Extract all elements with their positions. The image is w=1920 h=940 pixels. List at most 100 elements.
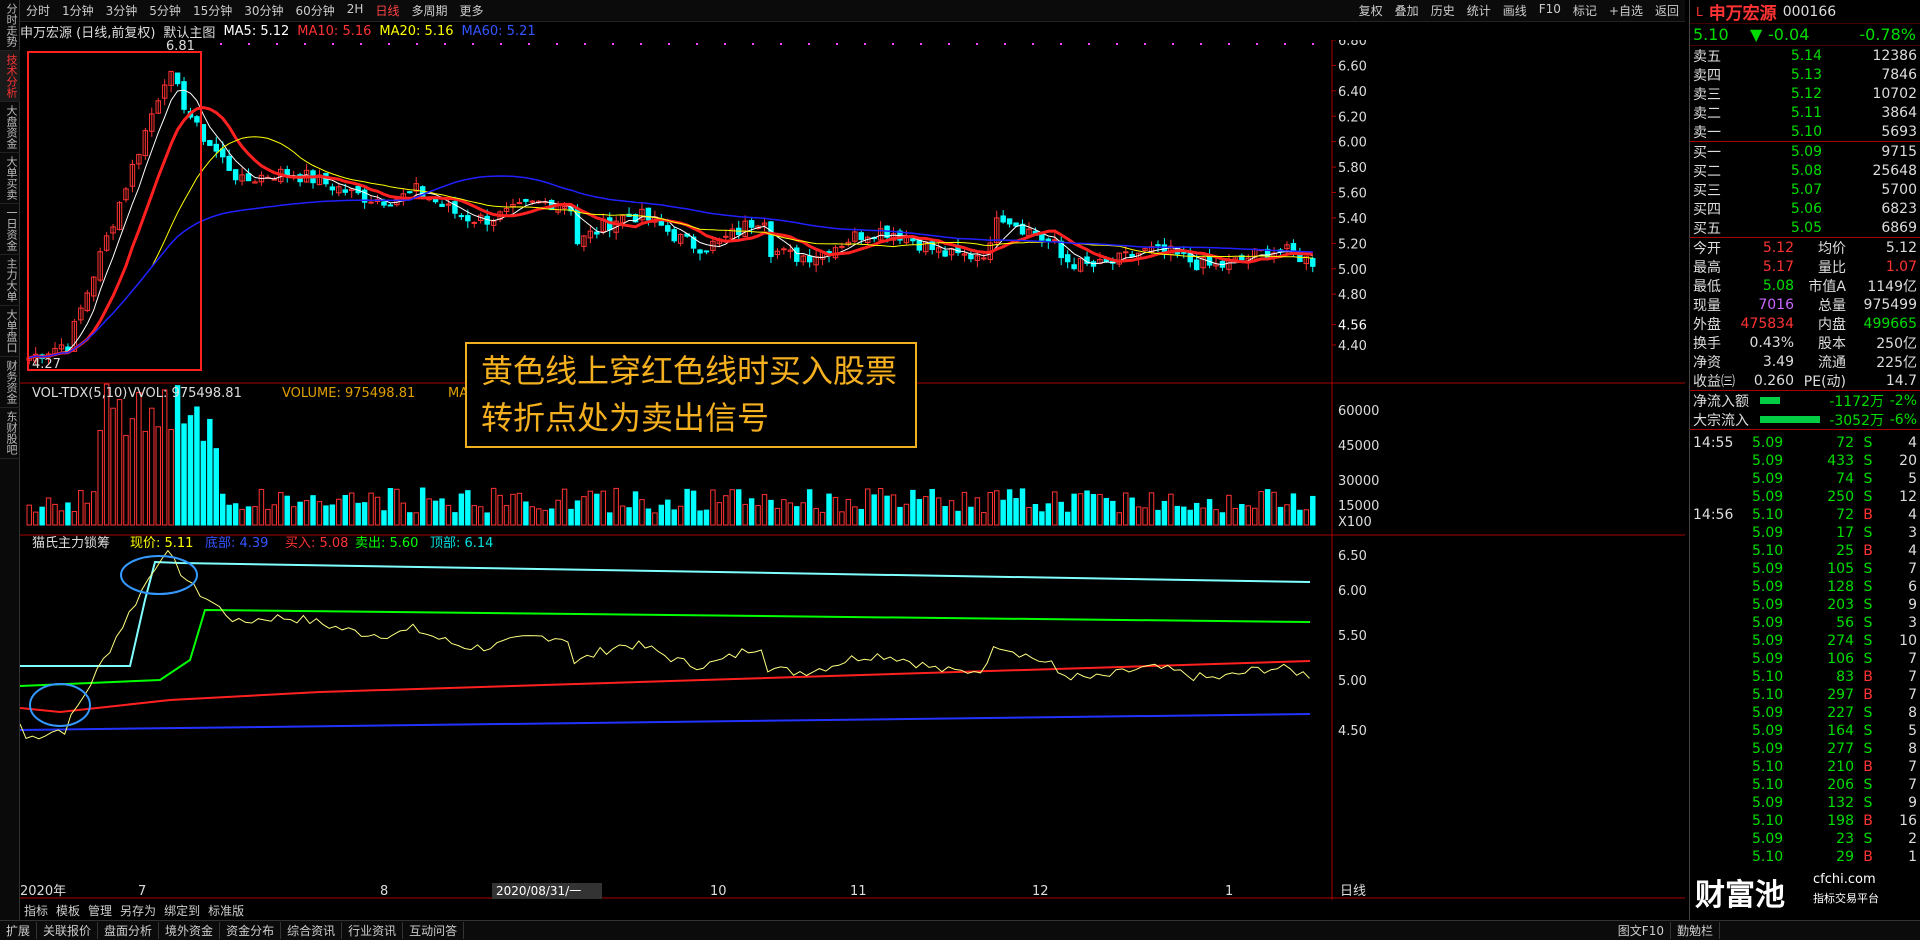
ma20-line: [29, 136, 1313, 359]
volume-bar: [394, 488, 400, 526]
book-volume: 5700: [1881, 181, 1917, 198]
volume-bar: [1123, 492, 1129, 526]
bottom-tab[interactable]: 综合资讯: [281, 922, 343, 939]
toolbar-button[interactable]: 叠加: [1389, 2, 1425, 19]
period-tab[interactable]: 5分钟: [143, 2, 187, 19]
stat-value: 7016: [1758, 296, 1794, 313]
volume-bar: [826, 493, 832, 526]
volume-bar: [490, 487, 497, 526]
tick-count: 7: [1908, 651, 1917, 667]
volume-bar: [594, 493, 600, 526]
bottom-right-tab[interactable]: 图文F10: [1612, 922, 1671, 939]
candle-body: [381, 201, 387, 206]
period-tab[interactable]: 60分钟: [290, 2, 341, 19]
tick-side: B: [1863, 669, 1873, 685]
ma5-line: [29, 89, 1314, 359]
main-chart-label[interactable]: 默认主图: [163, 22, 215, 41]
book-label: 买五: [1693, 220, 1721, 237]
volume-bar: [1193, 502, 1200, 526]
book-row: 买三 5.07 5700: [1690, 180, 1920, 199]
volume-bar: [168, 429, 174, 526]
bottom-tab[interactable]: 扩展: [0, 922, 38, 939]
candle-body: [781, 248, 787, 251]
toolbar-button[interactable]: 标记: [1567, 2, 1603, 19]
volume-bar: [1206, 499, 1213, 526]
indicator-tool-button[interactable]: 另存为: [116, 902, 160, 920]
indicator-tool-button[interactable]: 绑定到: [160, 902, 204, 920]
volume-bar: [355, 502, 361, 526]
sidebar-item[interactable]: 东财股吧: [0, 408, 20, 459]
period-tab[interactable]: 更多: [453, 2, 489, 19]
volume-bar: [174, 385, 181, 526]
event-dot: [836, 43, 838, 45]
toolbar-button[interactable]: +自选: [1603, 2, 1649, 19]
volume-bar: [65, 502, 71, 526]
event-dot: [1032, 43, 1034, 45]
bottom-tab[interactable]: 关联报价: [37, 922, 99, 939]
toolbar-button[interactable]: 返回: [1649, 2, 1685, 19]
period-tab[interactable]: 分时: [20, 2, 56, 19]
period-tab[interactable]: 日线: [369, 2, 405, 19]
tick-row: 5.10 25 B 4: [1690, 542, 1920, 560]
tick-volume: 274: [1827, 633, 1854, 649]
tick-price: 5.09: [1752, 597, 1784, 613]
indicator-tool-button[interactable]: 标准版: [204, 902, 248, 920]
tick-count: 7: [1908, 669, 1917, 685]
toolbar-button[interactable]: 复权: [1353, 2, 1389, 19]
event-dot: [500, 43, 502, 45]
volume-bar: [1077, 493, 1084, 526]
period-tab[interactable]: 15分钟: [187, 2, 238, 19]
sidebar-item[interactable]: 一日资金: [0, 204, 20, 255]
indicator-tool-button[interactable]: 管理: [84, 902, 116, 920]
volume-bar: [123, 434, 129, 526]
event-dot: [668, 43, 670, 45]
sidebar-item[interactable]: 技术分析: [0, 51, 20, 102]
bottom-right-tab[interactable]: 勤勉栏: [1671, 922, 1720, 939]
volume-bar: [1232, 507, 1239, 526]
sidebar-item[interactable]: 大单盘口: [0, 306, 20, 357]
indicator-tool-button[interactable]: 指标: [20, 902, 52, 920]
flow-pct: -6%: [1889, 411, 1917, 428]
volume-bar: [26, 504, 32, 526]
toolbar-button[interactable]: 画线: [1497, 2, 1533, 19]
volume-bar: [1258, 491, 1264, 526]
volume-bar: [845, 498, 852, 526]
sidebar-item[interactable]: 大盘资金: [0, 102, 20, 153]
bottom-tab[interactable]: 行业资讯: [342, 922, 404, 939]
period-tab[interactable]: 1分钟: [56, 2, 100, 19]
tick-volume: 83: [1836, 669, 1854, 685]
bottom-tab[interactable]: 资金分布: [220, 922, 282, 939]
sidebar-item[interactable]: 分时走势: [0, 0, 20, 51]
period-tab[interactable]: 30分钟: [238, 2, 289, 19]
bottom-tab[interactable]: 境外资金: [159, 922, 221, 939]
period-tab[interactable]: 多周期: [405, 2, 453, 19]
bottom-tab[interactable]: 盘面分析: [98, 922, 160, 939]
stat-label: 量比: [1818, 259, 1846, 276]
candle-body: [1064, 254, 1071, 263]
period-tab[interactable]: 3分钟: [100, 2, 144, 19]
volume-bar: [465, 490, 471, 526]
volume-bar: [529, 506, 536, 526]
tick-row: 5.10 210 B 7: [1690, 758, 1920, 776]
toolbar-button[interactable]: 历史: [1425, 2, 1461, 19]
tick-count: 4: [1908, 435, 1917, 451]
tick-side: B: [1863, 543, 1873, 559]
bottom-tab[interactable]: 互动问答: [403, 922, 465, 939]
sidebar-item[interactable]: 财务资金: [0, 357, 20, 408]
event-dot: [584, 43, 586, 45]
volume-bar: [439, 498, 445, 526]
toolbar-button[interactable]: 统计: [1461, 2, 1497, 19]
price-axis-label: 5.00: [1338, 263, 1367, 278]
kline-chart[interactable]: 6.80 6.60 6.40 6.20 6.00 5.80 5.60 5.40 5.20 5.00…: [20, 40, 1685, 900]
toolbar-button[interactable]: F10: [1533, 2, 1567, 19]
event-dot: [752, 43, 754, 45]
book-volume: 25648: [1872, 162, 1917, 179]
volume-bar: [729, 489, 735, 526]
book-label: 卖三: [1693, 86, 1721, 103]
period-tab[interactable]: 2H: [341, 2, 370, 19]
volume-legend: VOLUME: 975498.81: [282, 386, 415, 401]
sidebar-item[interactable]: 主力大单: [0, 255, 20, 306]
sidebar-item[interactable]: 大单买卖: [0, 153, 20, 204]
indicator-tool-button[interactable]: 模板: [52, 902, 84, 920]
event-dot: [1200, 43, 1202, 45]
